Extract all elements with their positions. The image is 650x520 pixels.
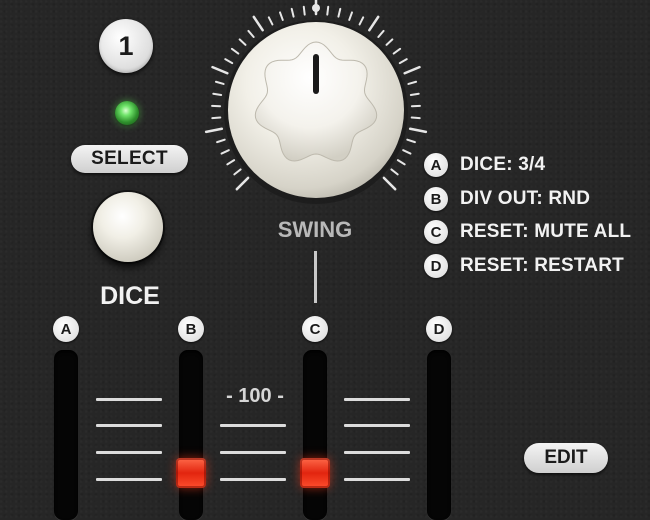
- legend-item-a: A DICE: 3/4: [424, 150, 545, 180]
- scale-tick: [344, 451, 410, 454]
- fader-letter-b: B: [178, 316, 204, 342]
- knob-scale-tick: [408, 82, 416, 84]
- knob-scale-tick: [213, 67, 228, 73]
- knob-scale-tick: [360, 17, 364, 24]
- dice-label: DICE: [70, 282, 190, 311]
- fader-b-slot[interactable]: [179, 350, 203, 520]
- legend-text-c: RESET: MUTE ALL: [460, 221, 631, 243]
- channel-number: 1: [118, 31, 133, 62]
- fader-letter-c: C: [302, 316, 328, 342]
- knob-scale-tick: [327, 7, 328, 15]
- knob-scale-tick: [254, 17, 263, 30]
- fader-a-slot[interactable]: [54, 350, 78, 520]
- edit-button[interactable]: EDIT: [524, 443, 608, 473]
- legend-item-d: D RESET: RESTART: [424, 251, 624, 281]
- fader-c-slot[interactable]: [303, 350, 327, 520]
- select-button[interactable]: SELECT: [71, 145, 188, 173]
- scale-tick: [344, 398, 410, 401]
- knob-scale-tick: [410, 129, 426, 132]
- scale-tick: [96, 398, 162, 401]
- scale-tick: [220, 451, 286, 454]
- scale-tick: [344, 424, 410, 427]
- knob-scale-tick: [405, 67, 420, 73]
- knob-scale-tick: [206, 129, 222, 132]
- select-button-label: SELECT: [91, 148, 168, 170]
- scale-tick: [96, 424, 162, 427]
- knob-scale-tick: [213, 94, 221, 95]
- knob-scale-tick: [338, 9, 340, 17]
- scale-tick: [96, 478, 162, 481]
- fader-letter-d: D: [426, 316, 452, 342]
- knob-scale-tick: [349, 12, 352, 20]
- knob-scale-tick: [292, 9, 294, 17]
- knob-scale-tick: [222, 150, 229, 153]
- knob-scale-tick: [412, 118, 420, 119]
- knob-scale-tick: [398, 160, 405, 164]
- knob-scale-tick: [386, 39, 392, 44]
- legend-text-a: DICE: 3/4: [460, 154, 545, 176]
- swing-knob[interactable]: [200, 0, 440, 225]
- knob-scale-tick: [384, 178, 395, 189]
- legend-letter-a: A: [424, 153, 448, 177]
- knob-scale-tick: [304, 7, 305, 15]
- knob-scale-tick: [212, 118, 220, 119]
- knob-scale-tick: [400, 59, 407, 63]
- legend-text-d: RESET: RESTART: [460, 255, 624, 277]
- fader-b-cap[interactable]: [176, 458, 206, 488]
- knob-scale-tick: [411, 94, 419, 95]
- scale-100-label: - 100 -: [210, 385, 300, 408]
- knob-scale-tick: [394, 49, 400, 54]
- swing-label: SWING: [255, 217, 375, 243]
- scale-tick: [344, 478, 410, 481]
- knob-scale-tick: [234, 169, 240, 174]
- knob-scale-tick: [217, 140, 225, 142]
- knob-scale-tick: [269, 17, 273, 24]
- legend-item-c: C RESET: MUTE ALL: [424, 217, 631, 247]
- knob-scale-tick: [240, 39, 246, 44]
- knob-scale-tick: [391, 169, 397, 174]
- knob-top-marker: [312, 4, 320, 12]
- dice-button[interactable]: [93, 192, 163, 262]
- swing-connector-line: [314, 251, 317, 303]
- knob-scale-tick: [232, 49, 238, 54]
- legend-letter-c: C: [424, 220, 448, 244]
- fader-d-slot[interactable]: [427, 350, 451, 520]
- channel-number-badge: 1: [99, 19, 153, 73]
- fader-c-cap[interactable]: [300, 458, 330, 488]
- knob-scale-tick: [237, 178, 248, 189]
- knob-scale-tick: [369, 17, 378, 30]
- edit-button-label: EDIT: [544, 447, 587, 469]
- legend-text-b: DIV OUT: RND: [460, 188, 590, 210]
- legend-letter-b: B: [424, 187, 448, 211]
- knob-scale-tick: [407, 140, 415, 142]
- knob-scale-tick: [225, 59, 232, 63]
- scale-tick: [96, 451, 162, 454]
- knob-scale-tick: [280, 12, 283, 20]
- knob-scale-tick: [216, 82, 224, 84]
- knob-scale-tick: [403, 150, 410, 153]
- select-led: [115, 101, 139, 125]
- knob-scale-tick: [378, 31, 383, 37]
- legend-letter-d: D: [424, 254, 448, 278]
- legend-item-b: B DIV OUT: RND: [424, 184, 590, 214]
- scale-tick: [220, 478, 286, 481]
- knob-pointer: [313, 54, 319, 94]
- knob-scale-tick: [227, 160, 234, 164]
- fader-letter-a: A: [53, 316, 79, 342]
- scale-tick: [220, 424, 286, 427]
- knob-scale-tick: [248, 31, 253, 37]
